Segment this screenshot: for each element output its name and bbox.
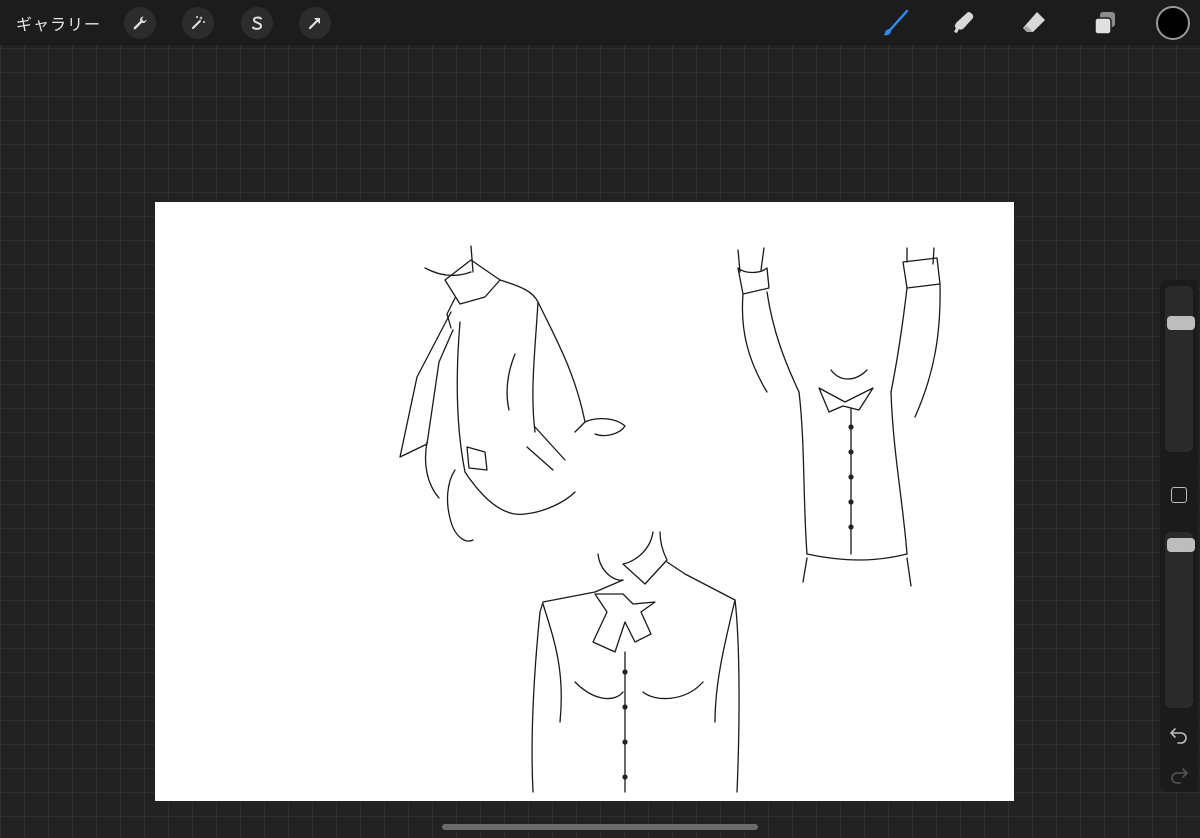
eraser-icon	[1019, 8, 1049, 38]
actions-button[interactable]	[124, 7, 156, 39]
sketch-artwork	[399, 245, 941, 793]
layers-tool[interactable]	[1088, 6, 1122, 40]
smudge-tool[interactable]	[947, 6, 981, 40]
drawing-canvas[interactable]	[155, 202, 1014, 801]
selection-s-icon	[248, 14, 266, 32]
gallery-button[interactable]: ギャラリー	[16, 11, 101, 35]
brush-icon	[880, 8, 910, 38]
brush-size-slider[interactable]	[1165, 286, 1195, 452]
opacity-slider[interactable]	[1165, 532, 1195, 708]
sketch-arms-raised	[737, 247, 941, 587]
adjustments-button[interactable]	[182, 7, 214, 39]
brush-tool[interactable]	[878, 6, 912, 40]
sketch-shirt-with-tie	[399, 245, 626, 542]
modify-square-icon[interactable]	[1171, 487, 1187, 503]
layers-icon	[1091, 9, 1119, 37]
brush-sidebar	[1160, 280, 1198, 792]
redo-icon[interactable]	[1169, 764, 1189, 784]
smudge-icon	[949, 8, 979, 38]
selection-button[interactable]	[241, 7, 273, 39]
opacity-thumb[interactable]	[1167, 538, 1195, 552]
eraser-tool[interactable]	[1017, 6, 1051, 40]
wrench-icon	[131, 14, 149, 32]
brush-size-thumb[interactable]	[1167, 316, 1195, 330]
undo-icon[interactable]	[1169, 724, 1189, 744]
home-indicator[interactable]	[442, 824, 758, 830]
sketch-blouse-with-bow	[531, 531, 740, 793]
transform-arrow-icon	[306, 14, 324, 32]
transform-button[interactable]	[299, 7, 331, 39]
magic-wand-icon	[189, 14, 207, 32]
color-picker-button[interactable]	[1156, 6, 1190, 40]
top-toolbar: ギャラリー	[0, 0, 1200, 45]
